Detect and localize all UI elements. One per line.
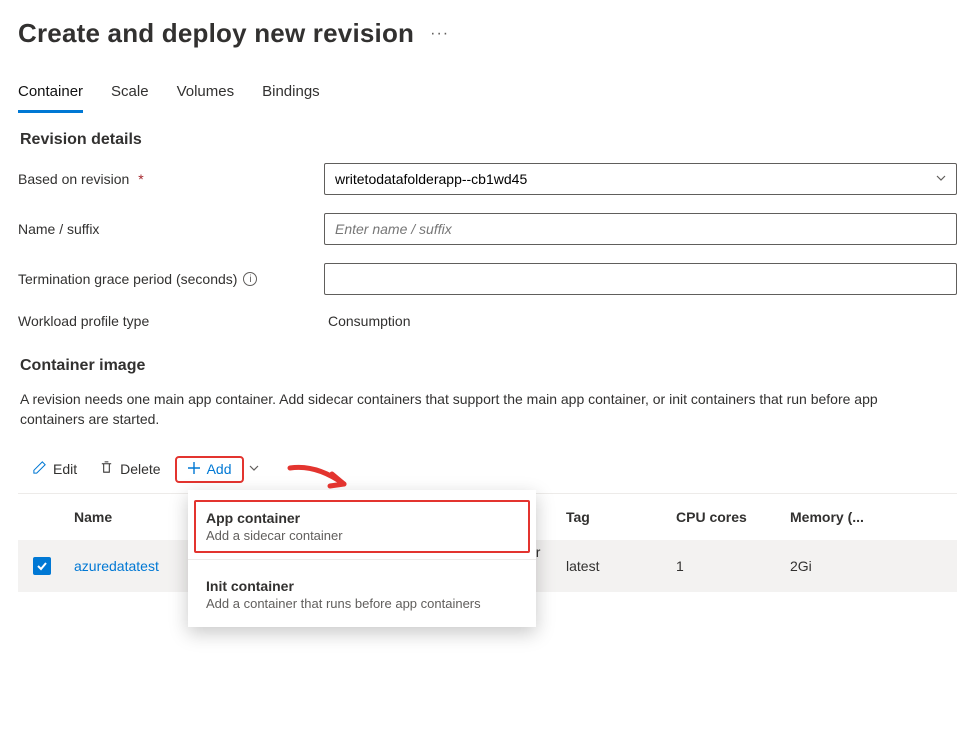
label-text: Termination grace period (seconds) — [18, 271, 237, 287]
name-suffix-input[interactable] — [324, 213, 957, 245]
dropdown-item-title: Init container — [206, 578, 518, 594]
row-checkbox[interactable] — [33, 557, 51, 575]
edit-button[interactable]: Edit — [24, 456, 85, 482]
tabs: Container Scale Volumes Bindings — [18, 83, 957, 113]
dropdown-item-app-container[interactable]: App container Add a sidecar container — [194, 500, 530, 553]
tab-bindings[interactable]: Bindings — [262, 83, 320, 113]
add-dropdown-menu: App container Add a sidecar container In… — [188, 490, 536, 627]
tab-volumes[interactable]: Volumes — [177, 83, 235, 113]
add-dropdown-toggle[interactable] — [244, 457, 264, 481]
container-toolbar: Edit Delete Add — [18, 456, 957, 491]
pencil-icon — [32, 460, 47, 478]
based-on-revision-select[interactable] — [324, 163, 957, 195]
required-indicator: * — [138, 171, 143, 187]
container-image-description: A revision needs one main app container.… — [20, 389, 940, 430]
workload-profile-value: Consumption — [324, 313, 411, 329]
dropdown-item-subtitle: Add a sidecar container — [206, 528, 518, 543]
button-label: Edit — [53, 461, 77, 477]
termination-grace-input[interactable] — [324, 263, 957, 295]
plus-icon — [187, 461, 201, 478]
container-image-heading: Container image — [20, 357, 957, 375]
delete-button[interactable]: Delete — [91, 456, 168, 482]
col-header-cpu[interactable]: CPU cores — [676, 509, 790, 525]
workload-profile-label: Workload profile type — [18, 313, 324, 329]
revision-details-heading: Revision details — [20, 131, 957, 149]
tab-container[interactable]: Container — [18, 83, 83, 113]
page-title: Create and deploy new revision — [18, 18, 414, 49]
name-suffix-label: Name / suffix — [18, 221, 324, 237]
label-text: Based on revision — [18, 171, 129, 187]
container-cpu: 1 — [676, 558, 790, 574]
container-tag: latest — [566, 558, 676, 574]
add-button[interactable]: Add — [177, 458, 242, 481]
termination-grace-label: Termination grace period (seconds) i — [18, 271, 324, 287]
button-label: Delete — [120, 461, 160, 477]
more-actions-button[interactable]: ··· — [430, 25, 449, 43]
button-label: Add — [207, 461, 232, 477]
col-header-tag[interactable]: Tag — [566, 509, 676, 525]
container-memory: 2Gi — [790, 558, 957, 574]
container-name-link[interactable]: azuredatatest — [74, 558, 159, 574]
based-on-revision-label: Based on revision * — [18, 171, 324, 187]
trash-icon — [99, 460, 114, 478]
dropdown-item-init-container[interactable]: Init container Add a container that runs… — [188, 566, 536, 623]
col-header-memory[interactable]: Memory (... — [790, 509, 957, 525]
tab-scale[interactable]: Scale — [111, 83, 149, 113]
dropdown-item-title: App container — [206, 510, 518, 526]
info-icon[interactable]: i — [243, 272, 257, 286]
dropdown-item-subtitle: Add a container that runs before app con… — [206, 596, 518, 611]
